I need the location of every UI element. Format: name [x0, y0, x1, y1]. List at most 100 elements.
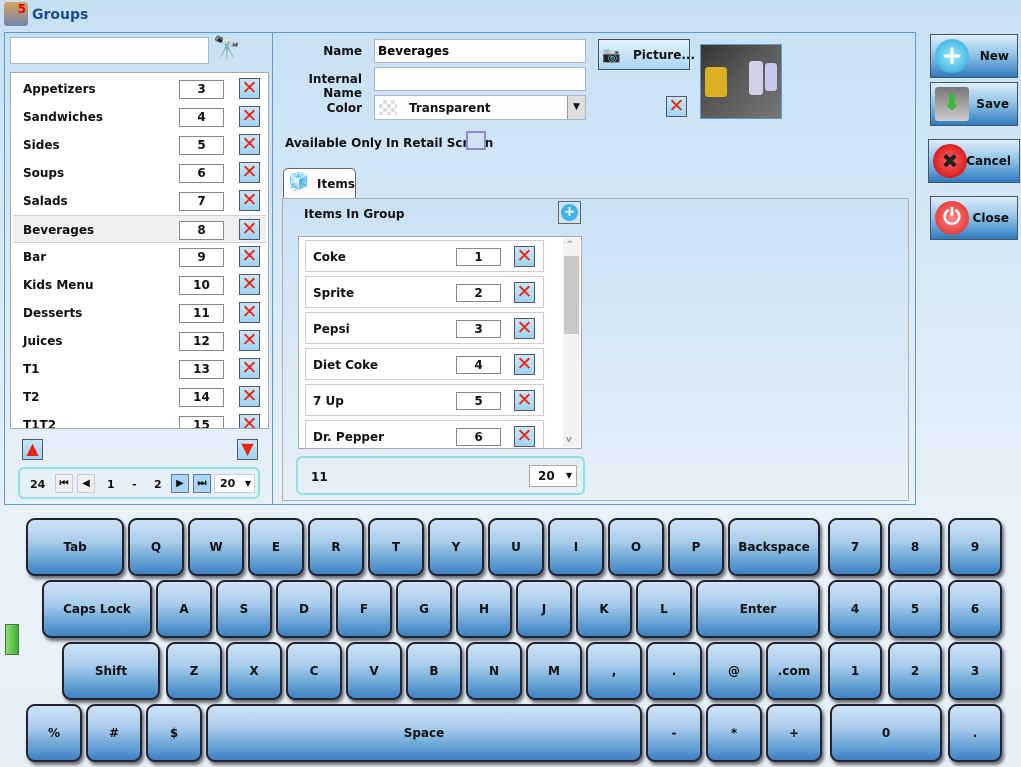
delete-group-button[interactable]: ✕ — [239, 78, 260, 99]
group-order-input[interactable]: 14 — [179, 388, 224, 407]
delete-group-button[interactable]: ✕ — [239, 274, 260, 295]
group-order-input[interactable]: 4 — [179, 108, 224, 127]
delete-group-button[interactable]: ✕ — [239, 414, 260, 428]
key-space[interactable]: Space — [206, 704, 642, 762]
key-v[interactable]: V — [346, 642, 402, 700]
key-9[interactable]: 9 — [948, 518, 1002, 576]
item-row[interactable]: Coke 1 ✕ — [305, 240, 544, 272]
delete-group-button[interactable]: ✕ — [239, 162, 260, 183]
key-d[interactable]: D — [276, 580, 332, 638]
group-row[interactable]: Bar 9 ✕ — [13, 243, 266, 271]
item-order-input[interactable]: 6 — [456, 428, 501, 446]
key-x[interactable]: X — [226, 642, 282, 700]
scrollbar-thumb[interactable] — [564, 256, 579, 334]
key-q[interactable]: Q — [128, 518, 184, 576]
key-l[interactable]: L — [636, 580, 692, 638]
key-j[interactable]: J — [516, 580, 572, 638]
color-select[interactable]: Transparent ▼ — [374, 95, 586, 120]
key-5[interactable]: 5 — [888, 580, 942, 638]
move-up-arrow-icon[interactable]: ▲ — [22, 439, 43, 460]
key-o[interactable]: O — [608, 518, 664, 576]
next-page-icon[interactable]: ▶ — [171, 474, 189, 493]
key-g[interactable]: G — [396, 580, 452, 638]
key-backspace[interactable]: Backspace — [728, 518, 820, 576]
group-order-input[interactable]: 6 — [179, 164, 224, 183]
key-7[interactable]: 7 — [828, 518, 882, 576]
group-order-input[interactable]: 13 — [179, 360, 224, 379]
close-button[interactable]: ⏻ Close — [930, 196, 1018, 240]
group-row[interactable]: Desserts 11 ✕ — [13, 299, 266, 327]
key-sym-3-4[interactable]: - — [646, 704, 702, 762]
group-row[interactable]: Juices 12 ✕ — [13, 327, 266, 355]
key-3[interactable]: 3 — [948, 642, 1002, 700]
group-row[interactable]: Salads 7 ✕ — [13, 187, 266, 215]
delete-group-button[interactable]: ✕ — [239, 106, 260, 127]
key-a[interactable]: A — [156, 580, 212, 638]
scroll-up-icon[interactable]: ^ — [566, 240, 574, 250]
key-caps-lock[interactable]: Caps Lock — [42, 580, 152, 638]
key-tab[interactable]: Tab — [26, 518, 124, 576]
delete-item-button[interactable]: ✕ — [514, 246, 535, 267]
group-order-input[interactable]: 7 — [179, 192, 224, 211]
delete-group-button[interactable]: ✕ — [239, 190, 260, 211]
group-order-input[interactable]: 5 — [179, 136, 224, 155]
key-m[interactable]: M — [526, 642, 582, 700]
key-i[interactable]: I — [548, 518, 604, 576]
key-t[interactable]: T — [368, 518, 424, 576]
group-row[interactable]: T1 13 ✕ — [13, 355, 266, 383]
add-item-button[interactable]: + — [558, 201, 581, 224]
group-order-input[interactable]: 10 — [179, 276, 224, 295]
group-order-input[interactable]: 11 — [179, 304, 224, 323]
key-4[interactable]: 4 — [828, 580, 882, 638]
key-1[interactable]: 1 — [828, 642, 882, 700]
delete-group-button[interactable]: ✕ — [239, 246, 260, 267]
group-order-input[interactable]: 9 — [179, 248, 224, 267]
group-row[interactable]: Sides 5 ✕ — [13, 131, 266, 159]
group-row[interactable]: T1T2 15 ✕ — [13, 411, 266, 428]
key-shift[interactable]: Shift — [62, 642, 160, 700]
new-button[interactable]: + New — [930, 34, 1018, 78]
key-u[interactable]: U — [488, 518, 544, 576]
delete-group-button[interactable]: ✕ — [239, 302, 260, 323]
delete-item-button[interactable]: ✕ — [514, 318, 535, 339]
group-row[interactable]: Beverages 8 ✕ — [13, 215, 266, 243]
delete-item-button[interactable]: ✕ — [514, 426, 535, 447]
key-b[interactable]: B — [406, 642, 462, 700]
delete-group-button[interactable]: ✕ — [239, 330, 260, 351]
key-sym-2-10[interactable]: @ — [706, 642, 762, 700]
group-row[interactable]: Appetizers 3 ✕ — [13, 75, 266, 103]
key-sym-3-2[interactable]: $ — [146, 704, 202, 762]
delete-group-button[interactable]: ✕ — [239, 219, 260, 240]
key-sym-3-5[interactable]: * — [706, 704, 762, 762]
cancel-button[interactable]: ✖ Cancel — [928, 139, 1020, 183]
item-row[interactable]: 7 Up 5 ✕ — [305, 384, 544, 416]
delete-item-button[interactable]: ✕ — [514, 390, 535, 411]
key-y[interactable]: Y — [428, 518, 484, 576]
key-sym-3-6[interactable]: + — [766, 704, 822, 762]
retail-only-checkbox[interactable] — [466, 131, 486, 150]
item-order-input[interactable]: 3 — [456, 320, 501, 338]
key-r[interactable]: R — [308, 518, 364, 576]
save-button[interactable]: ⬇ Save — [930, 82, 1018, 126]
item-order-input[interactable]: 5 — [456, 392, 501, 410]
name-input[interactable] — [374, 39, 586, 63]
group-row[interactable]: Sandwiches 4 ✕ — [13, 103, 266, 131]
key-e[interactable]: E — [248, 518, 304, 576]
key-8[interactable]: 8 — [888, 518, 942, 576]
items-page-size-select[interactable]: 20 ▼ — [529, 465, 577, 487]
delete-group-button[interactable]: ✕ — [239, 134, 260, 155]
key-z[interactable]: Z — [166, 642, 222, 700]
key-enter[interactable]: Enter — [696, 580, 820, 638]
key-sym-2-9[interactable]: . — [646, 642, 702, 700]
item-order-input[interactable]: 1 — [456, 248, 501, 266]
page-size-select[interactable]: 20 ▼ — [214, 474, 255, 493]
key-h[interactable]: H — [456, 580, 512, 638]
item-row[interactable]: Sprite 2 ✕ — [305, 276, 544, 308]
key-w[interactable]: W — [188, 518, 244, 576]
group-row[interactable]: Soups 6 ✕ — [13, 159, 266, 187]
group-row[interactable]: Kids Menu 10 ✕ — [13, 271, 266, 299]
group-row[interactable]: T2 14 ✕ — [13, 383, 266, 411]
delete-group-button[interactable]: ✕ — [239, 358, 260, 379]
items-scrollbar[interactable]: ^ v — [563, 238, 580, 447]
remove-picture-button[interactable]: ✕ — [666, 96, 687, 117]
